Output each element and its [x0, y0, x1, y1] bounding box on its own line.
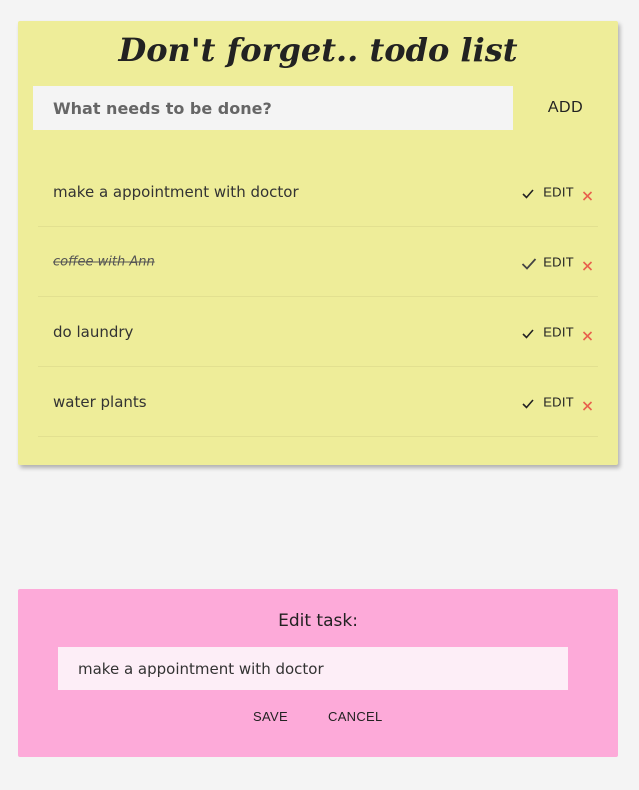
check-icon[interactable]: [521, 255, 537, 270]
task-text: coffee with Ann: [53, 254, 155, 270]
check-icon[interactable]: [521, 395, 535, 409]
check-icon[interactable]: [521, 325, 535, 339]
list-item: do laundry EDIT: [38, 297, 598, 367]
list-item: coffee with Ann EDIT: [38, 227, 598, 297]
task-text: do laundry: [53, 323, 134, 341]
edit-button[interactable]: EDIT: [543, 255, 574, 270]
todo-card: Don't forget.. todo list What needs to b…: [18, 21, 618, 465]
edit-button[interactable]: EDIT: [543, 325, 574, 340]
task-actions: EDIT: [521, 255, 593, 271]
edit-task-panel: Edit task: make a appointment with docto…: [18, 589, 618, 757]
task-actions: EDIT: [521, 325, 593, 341]
check-icon[interactable]: [521, 185, 535, 199]
edit-button[interactable]: EDIT: [543, 185, 574, 200]
close-icon[interactable]: [582, 187, 593, 201]
list-item: make a appointment with doctor EDIT: [38, 157, 598, 227]
close-icon[interactable]: [582, 257, 593, 271]
edit-task-input[interactable]: make a appointment with doctor: [58, 647, 568, 690]
task-actions: EDIT: [521, 395, 593, 411]
close-icon[interactable]: [582, 397, 593, 411]
task-text: water plants: [53, 393, 147, 411]
save-button[interactable]: SAVE: [253, 709, 288, 724]
task-actions: EDIT: [521, 185, 593, 201]
cancel-button[interactable]: CANCEL: [328, 709, 383, 724]
app-title: Don't forget.. todo list: [118, 31, 518, 69]
edit-button[interactable]: EDIT: [543, 395, 574, 410]
new-task-input[interactable]: What needs to be done?: [33, 86, 513, 130]
todo-list: make a appointment with doctor EDIT coff…: [38, 157, 598, 437]
list-item: water plants EDIT: [38, 367, 598, 437]
edit-panel-title: Edit task:: [278, 611, 358, 631]
close-icon[interactable]: [582, 327, 593, 341]
task-text: make a appointment with doctor: [53, 183, 299, 201]
add-button[interactable]: ADD: [528, 86, 603, 130]
